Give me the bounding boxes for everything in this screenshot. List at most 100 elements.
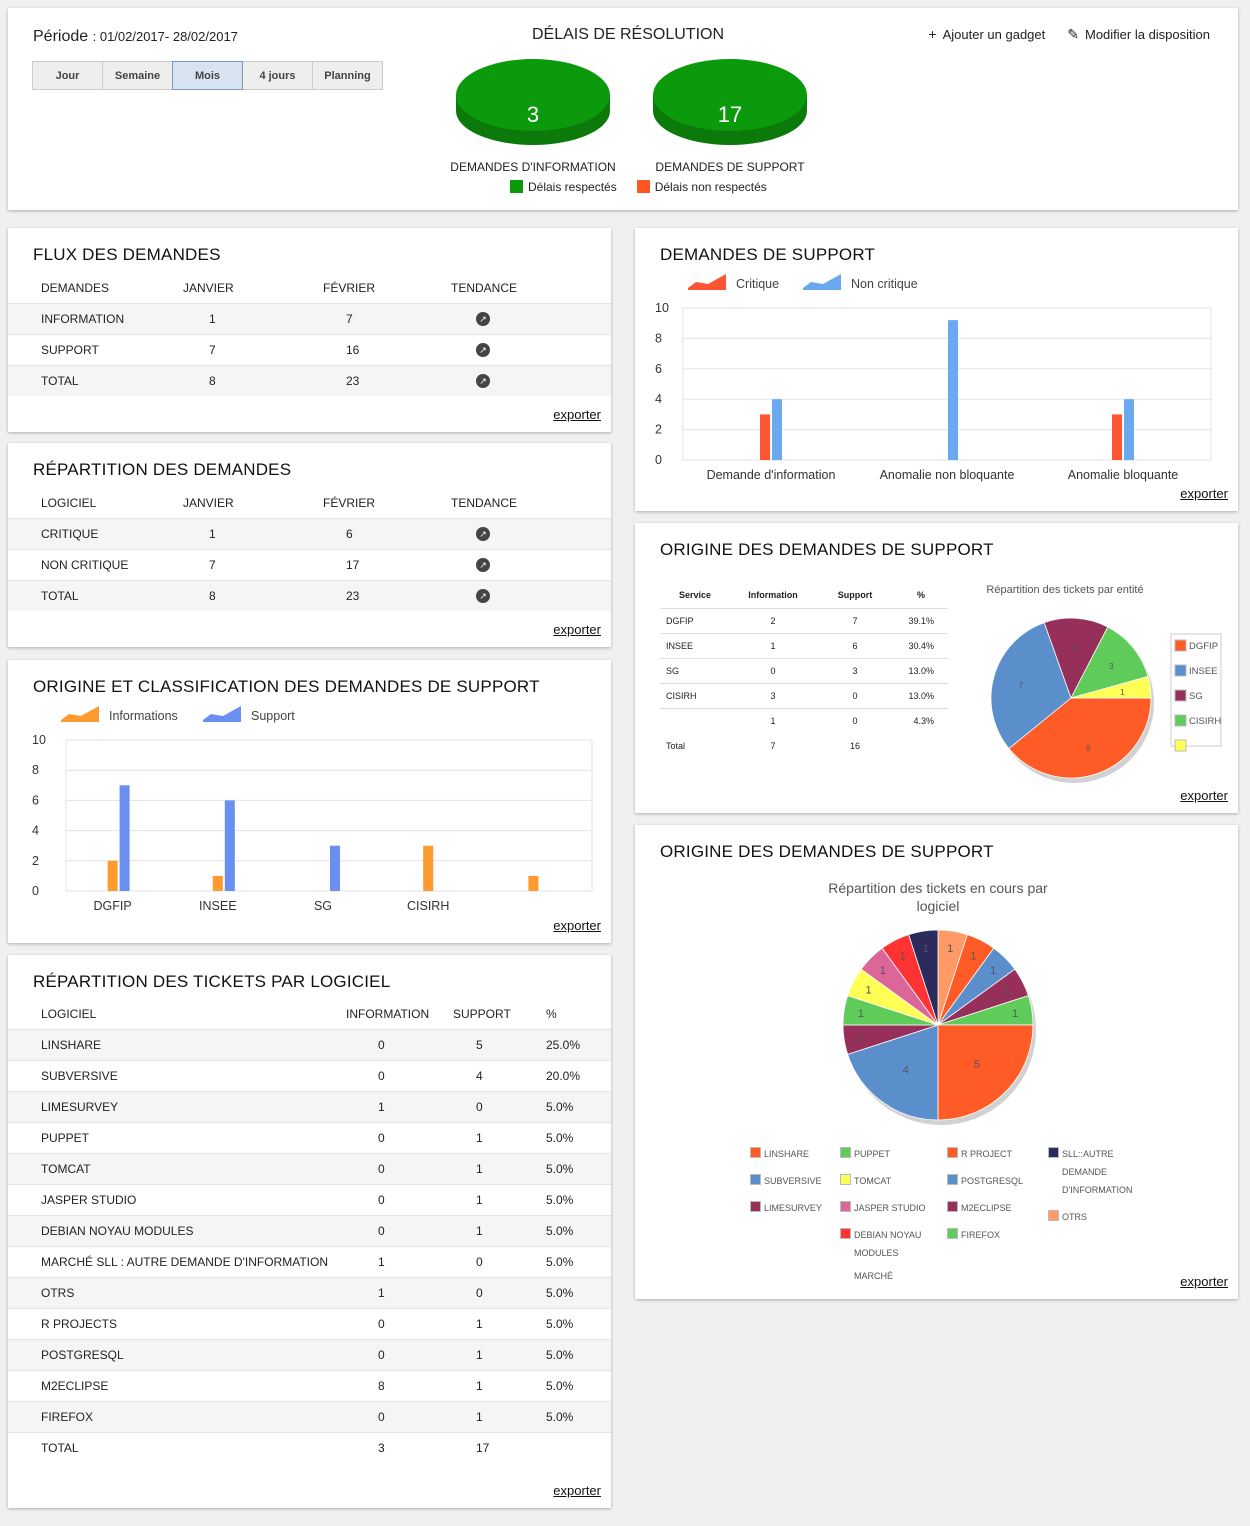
col-header: INFORMATION	[346, 1006, 430, 1021]
cell-information: 0	[336, 1400, 444, 1432]
bar[interactable]	[224, 800, 235, 891]
bar[interactable]	[423, 845, 434, 891]
table-row: R PROJECTS 0 1 5.0%	[8, 1307, 611, 1339]
cell-information: 1	[336, 1245, 444, 1277]
cell-logiciel: M2ECLIPSE	[8, 1369, 336, 1401]
edit-layout-button[interactable]: ✎ Modifier la disposition	[1067, 26, 1210, 43]
cell-information: 3	[730, 682, 816, 708]
cell-logiciel: MARCHÉ SLL : AUTRE DEMANDE D'INFORMATION	[8, 1245, 336, 1277]
legend-column: SLL::AUTRE DEMANDE D'INFORMATION OTRS	[1048, 1145, 1143, 1235]
cell-support: 0	[444, 1245, 539, 1277]
support-count: 17	[718, 102, 742, 127]
cell-service: INSEE	[660, 632, 730, 658]
table-row: M2ECLIPSE 8 1 5.0%	[8, 1369, 611, 1401]
table-row: SUPPORT 7 16 ↗	[8, 333, 611, 365]
table-header: LOGICIEL INFORMATION SUPPORT %	[8, 999, 611, 1029]
pie-slice-value: 1	[880, 965, 886, 977]
legend-swatch	[947, 1174, 958, 1185]
col-header: SUPPORT	[453, 1006, 511, 1021]
legend-label: INSEE	[1189, 666, 1218, 677]
export-link[interactable]: exporter	[553, 1483, 601, 1498]
view-day-button[interactable]: Jour	[32, 61, 103, 90]
col-header: FÉVRIER	[323, 280, 376, 295]
export-link[interactable]: exporter	[1180, 788, 1228, 803]
table-row: LIMESURVEY 1 0 5.0%	[8, 1090, 611, 1122]
repartition-table: LOGICIEL JANVIER FÉVRIER TENDANCE CRITIQ…	[8, 488, 611, 611]
cell-support: 0	[444, 1090, 539, 1122]
cell-support: 1	[444, 1307, 539, 1339]
cell-support: 7	[816, 607, 894, 633]
origine-title: ORIGINE DES DEMANDES DE SUPPORT	[660, 540, 994, 559]
bar[interactable]	[119, 785, 130, 891]
classification-chart: Informations Support 0 2 4 6 8 10 DGFIP INSEE SG CI…	[32, 706, 593, 913]
cell-january: 8	[183, 579, 323, 611]
cell-logiciel: R PROJECTS	[8, 1307, 336, 1339]
pie-slice-value: 1	[923, 943, 929, 955]
legend-swatch	[1174, 689, 1187, 702]
legend-label: TOMCAT	[854, 1176, 892, 1186]
export-link[interactable]: exporter	[553, 918, 601, 933]
table-row: TOTAL 8 23 ↗	[8, 364, 611, 396]
bar[interactable]	[772, 399, 782, 460]
period-value: : 01/02/2017- 28/02/2017	[92, 29, 238, 44]
table-row: SG 0 3 13.0%	[660, 657, 948, 683]
table-row: CISIRH 3 0 13.0%	[660, 682, 948, 708]
cell-information: 0	[730, 657, 816, 683]
x-tick-label: Anomalie non bloquante	[880, 468, 1015, 482]
pie-slice[interactable]	[937, 1024, 1034, 1121]
row-label: SUPPORT	[8, 333, 183, 365]
table-row: POSTGRESQL 0 1 5.0%	[8, 1338, 611, 1370]
cell-support: 16	[849, 740, 860, 751]
export-link[interactable]: exporter	[1180, 486, 1228, 501]
export-link[interactable]: exporter	[553, 622, 601, 637]
row-label: TOTAL	[8, 364, 183, 396]
add-gadget-button[interactable]: + Ajouter un gadget	[928, 26, 1045, 43]
bar[interactable]	[528, 875, 539, 891]
legend-extra: MARCHÉ	[854, 1271, 894, 1281]
cell-support: 5	[444, 1028, 539, 1060]
legend-item: TOMCAT	[840, 1172, 938, 1190]
legend-label: R PROJECT	[961, 1149, 1013, 1159]
bar[interactable]	[760, 414, 770, 460]
cell-percent: 5.0%	[539, 1121, 611, 1153]
bar[interactable]	[330, 845, 340, 891]
cell-support: 1	[444, 1183, 539, 1215]
row-label: INFORMATION	[8, 302, 183, 334]
cell-service: CISIRH	[660, 682, 730, 708]
pie-legend: DGFIP INSEE SG CISIRH	[1170, 633, 1222, 752]
view-week-button[interactable]: Semaine	[102, 61, 173, 90]
view-4days-button[interactable]: 4 jours	[242, 61, 313, 90]
legend-item: JASPER STUDIO	[840, 1199, 938, 1217]
support-pill: 17	[653, 59, 807, 145]
bar[interactable]	[212, 875, 223, 891]
cell-february: 17	[323, 548, 451, 580]
bar[interactable]	[107, 860, 118, 891]
bar[interactable]	[948, 320, 958, 460]
table-row: TOTAL 8 23 ↗	[8, 579, 611, 611]
table-row: DGFIP 2 7 39.1%	[660, 607, 948, 633]
export-link[interactable]: exporter	[553, 407, 601, 422]
legend-swatch	[947, 1201, 958, 1212]
trend-up-icon: ↗	[476, 589, 490, 604]
resolution-legend: Délais respectés Délais non respectés	[510, 180, 767, 194]
view-month-button[interactable]: Mois	[172, 61, 243, 90]
col-header: %	[546, 1006, 557, 1021]
y-tick-label: 6	[32, 793, 39, 807]
col-header: Service	[678, 590, 712, 601]
legend-item: Support	[203, 706, 295, 723]
bar[interactable]	[1124, 399, 1134, 460]
bar[interactable]	[1112, 414, 1122, 460]
legend-swatch	[688, 274, 726, 290]
cell-percent: 5.0%	[539, 1369, 611, 1401]
legend-item: Informations	[61, 706, 178, 723]
view-planning-button[interactable]: Planning	[312, 61, 383, 90]
orange-swatch	[636, 180, 650, 193]
cell-information: 3	[336, 1431, 444, 1463]
legend-column: LINSHARE SUBVERSIVE LIMESURVEY	[750, 1145, 848, 1226]
pie-slice-value: 1	[990, 965, 996, 977]
cell-logiciel: PUPPET	[8, 1121, 336, 1153]
cell-support: 0	[816, 707, 894, 733]
cell-logiciel: FIREFOX	[8, 1400, 336, 1432]
legend-item: LIMESURVEY	[750, 1199, 848, 1217]
export-link[interactable]: exporter	[1180, 1274, 1228, 1289]
